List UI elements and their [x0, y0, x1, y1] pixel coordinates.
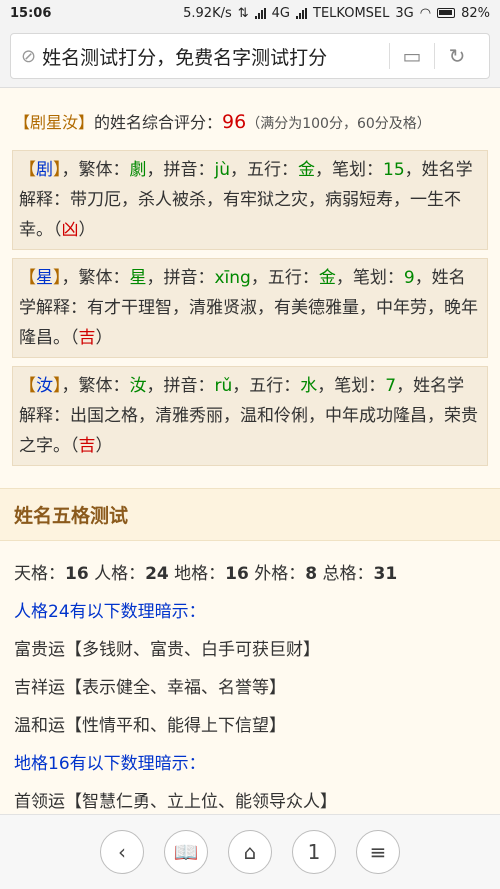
zong-value: 31 — [373, 564, 398, 584]
bookmarks-button[interactable]: 📖 — [164, 830, 208, 874]
ren-hint-title: 人格24有以下数理暗示： — [14, 602, 206, 622]
char-wuxing: 金 — [298, 160, 315, 180]
char-fanti: 汝 — [129, 376, 147, 396]
bottom-navigation: ‹ 📖 ⌂ 1 ≡ — [0, 814, 500, 889]
home-icon: ⌂ — [243, 840, 257, 864]
network-speed: 5.92K/s — [183, 5, 232, 21]
battery-icon — [437, 8, 456, 18]
address-bar[interactable]: ⊘ 姓名测试打分，免费名字测试打分 ▭ ↻ — [10, 33, 490, 79]
score-summary: 【剧星汝】的姓名综合评分：96（满分为100分，60分及格） — [0, 94, 500, 146]
score-note: （满分为100分，60分及格） — [246, 116, 431, 132]
wai-value: 8 — [305, 564, 318, 584]
char-wuxing: 金 — [318, 268, 336, 288]
char-name: 剧 — [36, 160, 53, 180]
wuge-values: 天格：16 人格：24 地格：16 外格：8 总格：31 — [14, 564, 398, 584]
char-verdict: 吉 — [78, 328, 96, 348]
char-verdict: 凶 — [61, 220, 79, 240]
refresh-icon[interactable]: ↻ — [435, 44, 479, 68]
clock: 15:06 — [10, 5, 52, 21]
tian-value: 16 — [65, 564, 89, 584]
char-name: 星 — [36, 268, 53, 288]
char-detail-2: 【星】，繁体：星，拼音：xīng，五行：金，笔划：9，姓名学解释：有才干理智，清… — [12, 258, 488, 358]
ren-value: 24 — [145, 564, 169, 584]
wuge-results: 天格：16 人格：24 地格：16 外格：8 总格：31 人格24有以下数理暗示… — [0, 541, 500, 814]
char-verdict: 吉 — [78, 436, 96, 456]
char-wuxing: 水 — [300, 376, 318, 396]
book-icon: 📖 — [173, 840, 199, 864]
battery-level: 82% — [461, 5, 490, 21]
page-title[interactable]: 姓名测试打分，免费名字测试打分 — [42, 43, 389, 70]
list-item: 富贵运【多钱财、富贵、白手可获巨财】 — [14, 640, 320, 660]
char-bihua: 7 — [385, 376, 397, 396]
char-pinyin: rǔ — [214, 376, 233, 396]
char-pinyin: xīng — [214, 268, 251, 288]
wifi-icon: ◠ — [419, 5, 432, 21]
char-fanti: 星 — [129, 268, 147, 288]
section-title-wuge: 姓名五格测试 — [0, 488, 500, 541]
full-name: 【剧星汝】 — [14, 113, 95, 132]
char-name: 汝 — [36, 376, 53, 396]
tabs-button[interactable]: 1 — [292, 830, 336, 874]
total-score: 96 — [222, 111, 247, 133]
signal-icon-2 — [296, 7, 308, 19]
menu-button[interactable]: ≡ — [356, 830, 400, 874]
di-value: 16 — [225, 564, 249, 584]
char-detail-3: 【汝】，繁体：汝，拼音：rǔ，五行：水，笔划：7，姓名学解释：出国之格，清雅秀丽… — [12, 366, 488, 466]
leaf-icon: ⊘ — [21, 45, 37, 67]
tabs-count: 1 — [307, 840, 321, 864]
page-content: 【剧星汝】的姓名综合评分：96（满分为100分，60分及格） 【剧】，繁体：劇，… — [0, 94, 500, 814]
list-item: 首领运【智慧仁勇、立上位、能领导众人】 — [14, 792, 337, 812]
char-explain: 带刀厄，杀人被杀，有牢狱之灾，病弱短寿，一生不幸。 — [19, 190, 461, 240]
char-bihua: 15 — [383, 160, 405, 180]
char-bihua: 9 — [403, 268, 415, 288]
carrier-network: 3G — [395, 5, 414, 21]
status-bar: 15:06 5.92K/s ⇅ 4G TELKOMSEL 3G ◠ 82% — [0, 0, 500, 26]
char-fanti: 劇 — [129, 160, 147, 180]
home-button[interactable]: ⌂ — [228, 830, 272, 874]
summary-text: 的姓名综合评分： — [94, 113, 223, 132]
chevron-left-icon: ‹ — [118, 840, 126, 864]
reader-mode-icon[interactable]: ▭ — [390, 44, 434, 68]
data-arrows-icon: ⇅ — [237, 5, 249, 21]
menu-icon: ≡ — [369, 840, 387, 864]
carrier-name: TELKOMSEL — [313, 5, 390, 21]
network-type: 4G — [271, 5, 291, 21]
list-item: 吉祥运【表示健全、幸福、名誉等】 — [14, 678, 286, 698]
char-detail-1: 【剧】，繁体：劇，拼音：jù，五行：金，笔划：15，姓名学解释：带刀厄，杀人被杀… — [12, 150, 488, 250]
di-hint-title: 地格16有以下数理暗示： — [14, 754, 206, 774]
char-pinyin: jù — [214, 160, 231, 180]
signal-icon — [254, 7, 266, 19]
browser-toolbar: ⊘ 姓名测试打分，免费名字测试打分 ▭ ↻ — [0, 26, 500, 88]
back-button[interactable]: ‹ — [100, 830, 144, 874]
list-item: 温和运【性情平和、能得上下信望】 — [14, 716, 286, 736]
